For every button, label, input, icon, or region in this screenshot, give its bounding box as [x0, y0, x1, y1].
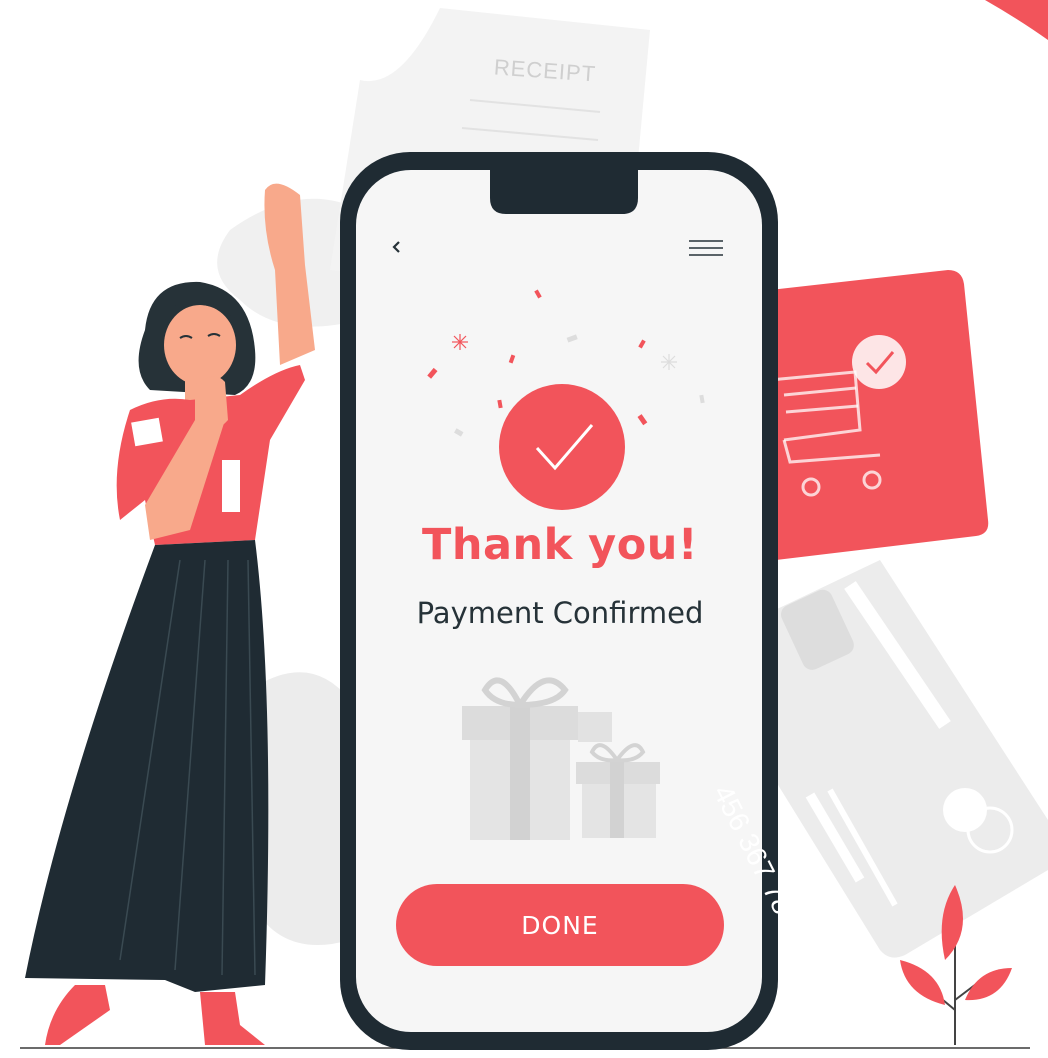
done-button-label: DONE	[521, 910, 599, 940]
credit-card-illustration	[775, 560, 1048, 958]
thank-you-title: Thank you!	[422, 520, 698, 570]
back-button[interactable]	[383, 233, 411, 261]
shirt-pocket	[222, 460, 240, 512]
hamburger-menu-icon	[689, 240, 723, 256]
payment-confirmed-scene: RECEIPT 456 367 789 123 Thank you! Payme…	[0, 0, 1048, 1058]
right-shoe	[200, 992, 265, 1045]
left-shoe	[45, 985, 110, 1045]
check-circle-icon	[499, 384, 625, 510]
corner-decoration	[985, 0, 1048, 40]
phone-notch	[490, 168, 638, 214]
done-button[interactable]: DONE	[396, 884, 724, 966]
shopping-cart-card	[769, 270, 989, 560]
menu-button[interactable]	[685, 236, 725, 260]
chevron-left-icon	[392, 241, 400, 253]
cart-check-badge	[852, 335, 906, 389]
face	[164, 305, 236, 385]
payment-confirmed-text: Payment Confirmed	[416, 596, 704, 630]
skirt	[25, 540, 269, 992]
